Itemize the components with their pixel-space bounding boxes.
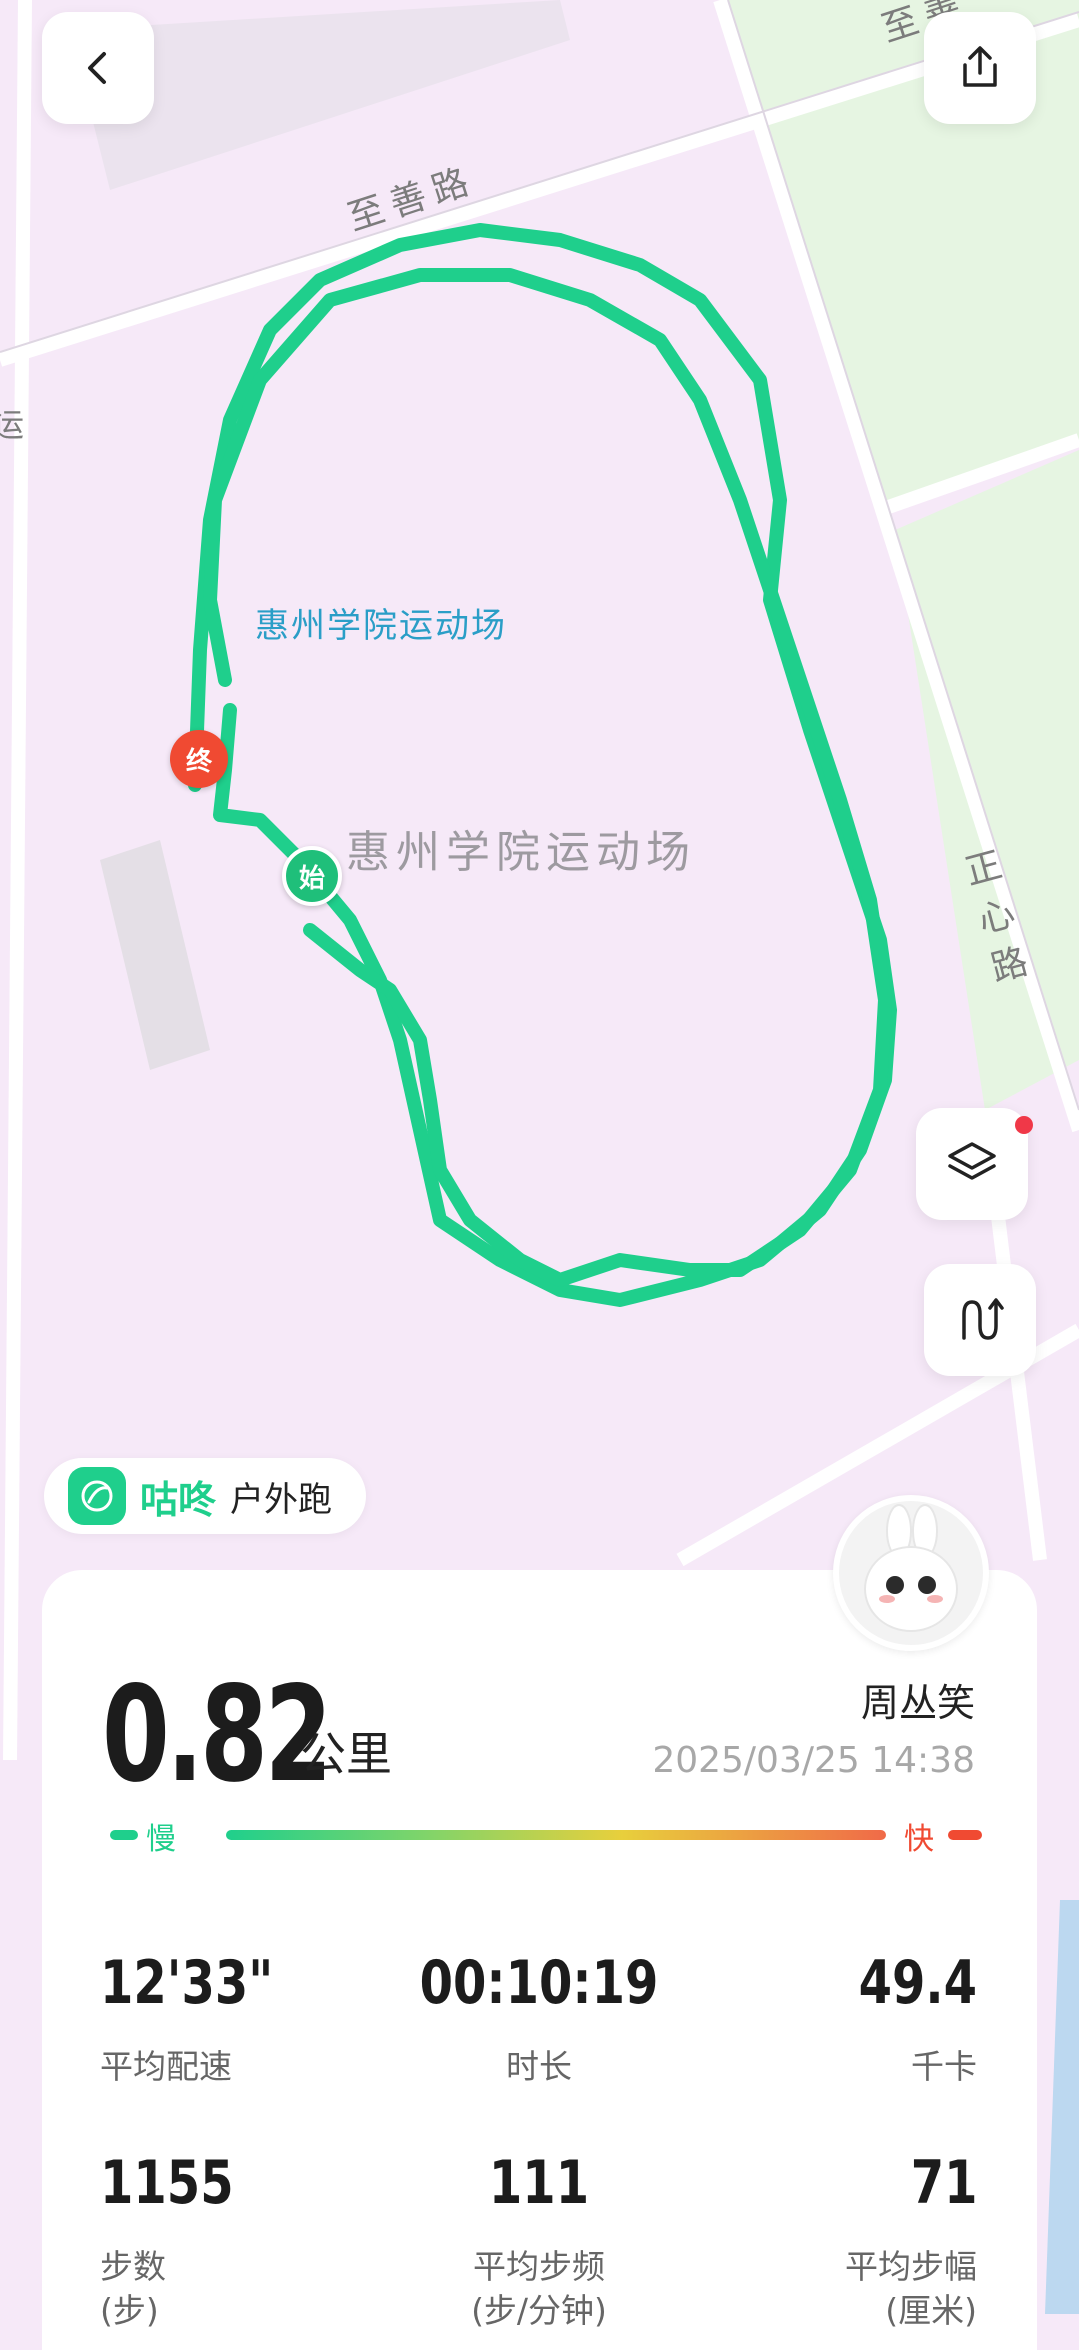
distance-unit: 公里 (300, 1727, 392, 1781)
end-marker[interactable]: 终 (170, 730, 228, 788)
venue-label-large: 惠州学院运动场 (346, 827, 696, 878)
activity-type: 户外跑 (230, 1479, 333, 1520)
calories-value: 49.4 (858, 1948, 977, 2018)
stride-unit: (厘米) (885, 2291, 977, 2330)
chevron-left-icon (88, 52, 106, 84)
avg-pace-label: 平均配速 (100, 2047, 232, 2086)
cadence-unit: (步/分钟) (471, 2291, 607, 2330)
end-marker-label: 终 (185, 746, 212, 777)
steps-unit: (步) (100, 2291, 159, 2330)
route-button[interactable] (924, 1264, 1036, 1376)
notification-dot (1015, 1116, 1033, 1134)
stride-value: 71 (910, 2148, 977, 2218)
building-block (100, 840, 210, 1070)
route-icon (962, 1298, 1004, 1340)
stride-label: 平均步幅 (845, 2247, 977, 2286)
distance-value: 0.82 (102, 1658, 332, 1812)
pace-gradient-bar (226, 1830, 886, 1840)
road-label-west: 运 (0, 406, 33, 444)
cadence-value: 111 (488, 2148, 590, 2218)
start-marker-label: 始 (298, 863, 325, 894)
brand-name: 咕咚 (140, 1477, 217, 1522)
user-name[interactable]: 周丛笑 (861, 1672, 975, 1727)
steps-value: 1155 (100, 2148, 234, 2218)
slow-label: 慢 (146, 1822, 176, 1857)
activity-datetime: 2025/03/25 14:38 (652, 1740, 975, 1781)
cadence-label: 平均步频 (473, 2247, 605, 2286)
brand-badge: 咕咚 户外跑 (44, 1458, 366, 1534)
calories-label: 千卡 (911, 2047, 977, 2086)
bunny-avatar-icon (864, 1504, 958, 1632)
start-marker[interactable]: 始 (282, 846, 342, 906)
steps-label: 步数 (100, 2247, 166, 2286)
duration-value: 00:10:19 (419, 1948, 659, 2018)
fast-label: 快 (904, 1822, 934, 1857)
codoon-logo-icon (68, 1467, 126, 1525)
share-button[interactable] (924, 12, 1036, 124)
layers-icon (948, 1142, 996, 1180)
avatar[interactable] (833, 1495, 989, 1651)
avg-pace-value: 12'33" (100, 1948, 274, 2018)
layers-button[interactable] (916, 1108, 1028, 1220)
pace-legend: 慢 快 (100, 1814, 982, 1857)
summary-card: 0.82 公里 周丛笑 2025/03/25 14:38 慢 快 12'33" … (42, 1570, 1037, 2350)
venue-label: 惠州学院运动场 (255, 606, 507, 646)
back-button[interactable] (42, 12, 154, 124)
duration-label: 时长 (506, 2047, 572, 2086)
share-icon (963, 46, 997, 87)
